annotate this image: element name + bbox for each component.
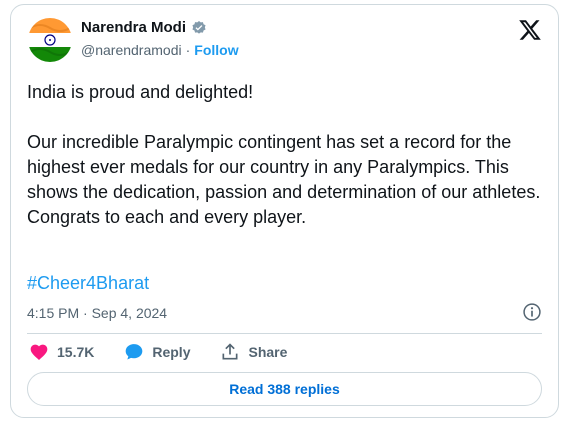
like-count: 15.7K <box>57 344 95 360</box>
divider <box>27 333 542 334</box>
avatar[interactable] <box>28 18 72 62</box>
reply-button[interactable]: Reply <box>124 342 190 362</box>
separator: · <box>185 42 191 58</box>
hashtag-link[interactable]: #Cheer4Bharat <box>27 273 149 294</box>
share-button[interactable]: Share <box>220 342 287 362</box>
author-handle-row: @narendramodi · Follow <box>81 42 239 58</box>
speech-bubble-icon <box>126 344 143 360</box>
like-button[interactable]: 15.7K <box>29 342 94 362</box>
author-handle[interactable]: @narendramodi <box>81 42 182 58</box>
verified-badge-icon <box>191 20 207 36</box>
tweet-timestamp[interactable]: 4:15 PM · Sep 4, 2024 <box>27 305 167 321</box>
author-name[interactable]: Narendra Modi <box>81 19 186 36</box>
tweet-text: India is proud and delighted! Our incred… <box>27 80 547 230</box>
read-replies-button[interactable]: Read 388 replies <box>27 372 542 406</box>
action-bar: 15.7K Reply Share <box>29 342 317 362</box>
tweet-card: Narendra Modi @narendramodi · Follow Ind… <box>10 4 559 418</box>
info-icon[interactable] <box>522 302 542 322</box>
indian-flag-icon <box>28 18 72 62</box>
share-label: Share <box>248 344 288 360</box>
heart-icon <box>30 344 48 360</box>
tweet-paragraph-1: India is proud and delighted! <box>27 82 254 102</box>
tweet-paragraph-2: Our incredible Paralympic contingent has… <box>27 132 541 227</box>
share-icon <box>222 343 238 360</box>
author-name-row: Narendra Modi <box>81 19 207 36</box>
x-logo-icon[interactable] <box>518 18 542 42</box>
reply-label: Reply <box>152 344 191 360</box>
follow-button[interactable]: Follow <box>194 42 238 58</box>
